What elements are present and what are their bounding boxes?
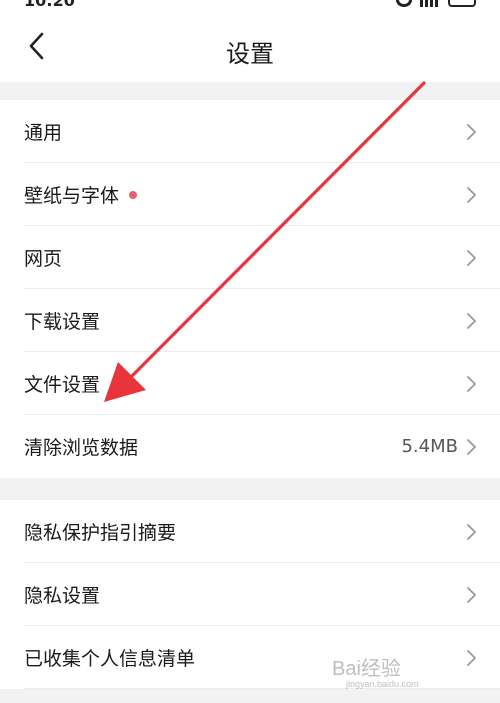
chevron-right-icon (467, 439, 476, 455)
cache-size-value: 5.4MB (401, 436, 458, 457)
settings-item-label: 已收集个人信息清单 (24, 648, 196, 670)
settings-item-label: 通用 (24, 122, 63, 144)
chevron-right-icon (467, 313, 476, 329)
signal-icon (420, 0, 440, 7)
battery-icon (448, 0, 476, 7)
settings-item-label: 隐私保护指引摘要 (24, 522, 177, 544)
status-time: 10:20 (24, 0, 75, 10)
group-separator (0, 478, 500, 500)
top-bar: 设置 (0, 10, 500, 82)
settings-item-webpage[interactable]: 网页 (0, 226, 500, 289)
chevron-right-icon (467, 250, 476, 266)
page-title: 设置 (226, 40, 274, 68)
status-icons (396, 0, 476, 7)
settings-item-label: 网页 (24, 248, 63, 270)
chevron-right-icon (467, 650, 476, 666)
chevron-right-icon (467, 187, 476, 203)
settings-item-privacy-summary[interactable]: 隐私保护指引摘要 (0, 500, 500, 563)
settings-item-clear-data[interactable]: 清除浏览数据 5.4MB (0, 415, 500, 478)
settings-item-label: 文件设置 (24, 374, 101, 396)
settings-item-label: 壁纸与字体 (24, 181, 138, 208)
settings-item-privacy-settings[interactable]: 隐私设置 (0, 563, 500, 626)
settings-item-label-text: 壁纸与字体 (24, 185, 120, 207)
settings-item-file[interactable]: 文件设置 (0, 352, 500, 415)
settings-item-download[interactable]: 下载设置 (0, 289, 500, 352)
group-separator (0, 82, 500, 100)
settings-item-label: 清除浏览数据 (24, 437, 139, 459)
new-badge-dot (129, 190, 138, 199)
chevron-right-icon (467, 124, 476, 140)
chevron-right-icon (467, 587, 476, 603)
wifi-icon (396, 0, 412, 7)
chevron-right-icon (467, 524, 476, 540)
settings-item-label: 下载设置 (24, 311, 101, 333)
status-bar: 10:20 (0, 0, 500, 10)
settings-item-wallpaper-font[interactable]: 壁纸与字体 (0, 163, 500, 226)
group-separator (0, 689, 500, 703)
settings-item-general[interactable]: 通用 (0, 100, 500, 163)
settings-item-collected-info[interactable]: 已收集个人信息清单 (0, 626, 500, 689)
chevron-right-icon (467, 376, 476, 392)
settings-item-label: 隐私设置 (24, 585, 101, 607)
